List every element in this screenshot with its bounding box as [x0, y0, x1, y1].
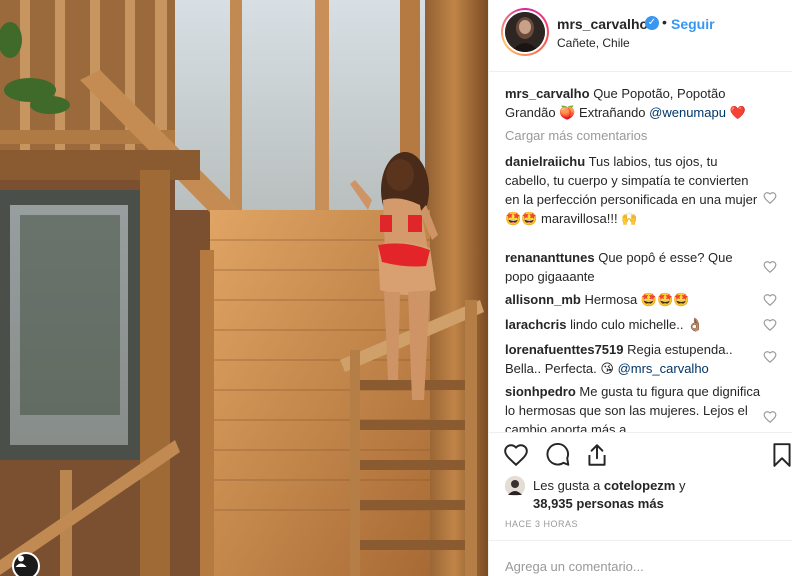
comment-item: larachcris lindo culo michelle.. 👌🏽 — [505, 315, 765, 334]
author-avatar[interactable] — [501, 8, 549, 56]
avatar-photo — [505, 12, 545, 52]
post-actions-bar — [489, 432, 792, 476]
liker-username[interactable]: cotelopezm — [604, 478, 676, 493]
comment-item: sionhpedro Me gusta tu figura que dignif… — [505, 382, 765, 432]
liker-avatar[interactable] — [505, 476, 525, 496]
comment-author[interactable]: allisonn_mb — [505, 292, 581, 307]
add-comment-bar: Agrega un comentario... — [489, 540, 792, 576]
comment-author[interactable]: larachcris — [505, 317, 566, 332]
load-more-comments-button[interactable]: Cargar más comentarios — [505, 128, 647, 143]
peach-emoji: 🍑 — [559, 105, 576, 120]
comment-item: lorenafuenttes7519 Regia estupenda.. Bel… — [505, 340, 765, 378]
caption-text-2: Extrañando — [579, 105, 646, 120]
post-details-panel: mrs_carvalho ✓ • Seguir Cañete, Chile mr… — [488, 0, 792, 576]
author-username[interactable]: mrs_carvalho — [557, 16, 648, 32]
caption-author[interactable]: mrs_carvalho — [505, 86, 590, 101]
comments-list[interactable]: mrs_carvalho Que Popotão, Popotão Grandã… — [489, 84, 792, 432]
like-comment-heart-icon[interactable] — [763, 318, 777, 332]
liker-avatar-photo — [505, 476, 525, 496]
comment-author[interactable]: danielraiichu — [505, 154, 585, 169]
verified-badge-icon: ✓ — [645, 16, 659, 30]
comment-item: renananttunes Que popô é esse? Que popo … — [505, 248, 765, 286]
add-comment-input[interactable]: Agrega un comentario... — [505, 559, 644, 574]
profile-avatar-button[interactable] — [12, 552, 40, 576]
comment-mention[interactable]: @mrs_carvalho — [618, 361, 709, 376]
comment-author[interactable]: sionhpedro — [505, 384, 576, 399]
post-location[interactable]: Cañete, Chile — [557, 36, 630, 50]
comment-text: lindo culo michelle.. 👌🏽 — [570, 317, 704, 332]
photo-illustration — [0, 0, 488, 576]
likes-count[interactable]: 38,935 personas más — [533, 495, 664, 513]
bookmark-icon[interactable] — [769, 442, 792, 468]
like-comment-heart-icon[interactable] — [763, 293, 777, 307]
like-comment-heart-icon[interactable] — [763, 191, 777, 205]
like-comment-heart-icon[interactable] — [763, 260, 777, 274]
post-header: mrs_carvalho ✓ • Seguir Cañete, Chile — [489, 0, 792, 72]
caption-mention[interactable]: @wenumapu — [649, 105, 726, 120]
like-heart-icon[interactable] — [503, 442, 529, 468]
post-timestamp[interactable]: HACE 3 HORAS — [505, 519, 578, 529]
post-photo[interactable] — [0, 0, 488, 576]
comment-item: allisonn_mb Hermosa 🤩🤩🤩 — [505, 290, 765, 309]
heart-emoji: ❤️ — [729, 105, 746, 120]
comment-author[interactable]: lorenafuenttes7519 — [505, 342, 624, 357]
comment-item: danielraiichu Tus labios, tus ojos, tu c… — [505, 152, 765, 228]
follow-button[interactable]: Seguir — [671, 16, 715, 32]
likes-summary: Les gusta a cotelopezm y 38,935 personas… — [505, 476, 785, 516]
post-caption: mrs_carvalho Que Popotão, Popotão Grandã… — [505, 84, 765, 122]
comment-bubble-icon[interactable] — [545, 442, 571, 468]
user-icon — [15, 555, 27, 567]
header-separator: • — [662, 14, 667, 30]
likes-prefix: Les gusta a — [533, 478, 601, 493]
like-comment-heart-icon[interactable] — [763, 350, 777, 364]
comment-author[interactable]: renananttunes — [505, 250, 595, 265]
like-comment-heart-icon[interactable] — [763, 410, 777, 424]
likes-conj: y — [678, 478, 686, 493]
likes-line-1: Les gusta a cotelopezm y — [533, 477, 685, 495]
share-icon[interactable] — [584, 442, 610, 468]
comment-text: Hermosa 🤩🤩🤩 — [584, 292, 690, 307]
